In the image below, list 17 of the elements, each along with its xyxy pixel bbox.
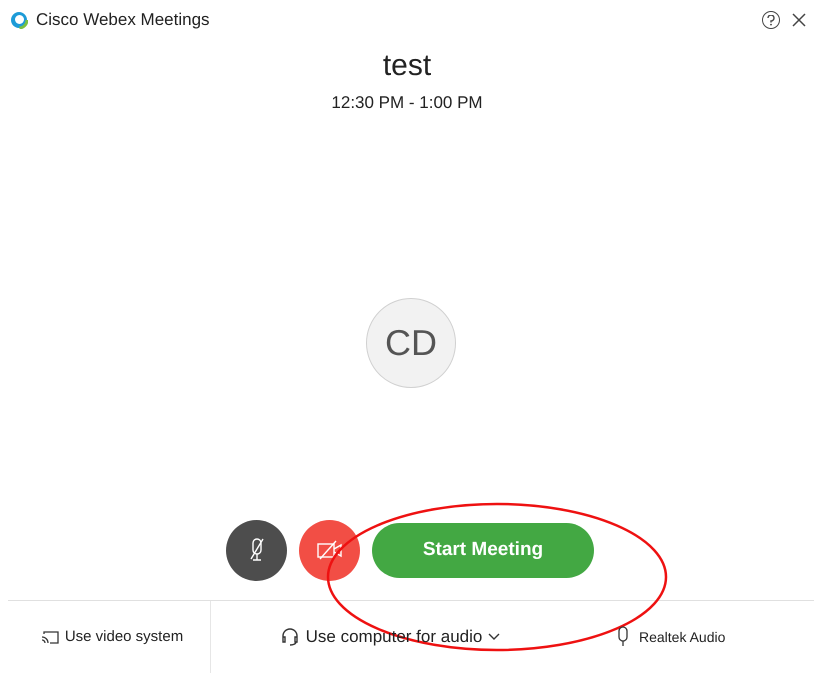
meeting-time: 12:30 PM - 1:00 PM [331, 92, 483, 114]
help-icon[interactable] [762, 11, 780, 29]
microphone-icon [617, 626, 629, 648]
video-system-button[interactable]: Use video system [0, 601, 211, 673]
avatar: CD [366, 298, 456, 388]
meeting-title: test [382, 48, 432, 84]
microphone-muted-icon [248, 537, 266, 563]
app-logo-icon [10, 11, 28, 29]
device-label: Realtek Audio [639, 628, 726, 646]
microphone-device-button[interactable]: Realtek Audio [617, 626, 726, 648]
headset-icon [280, 627, 300, 647]
window-title: Cisco Webex Meetings [36, 9, 210, 32]
video-system-label: Use video system [64, 626, 184, 647]
video-camera-off-icon [316, 540, 342, 560]
close-icon[interactable] [792, 13, 806, 27]
cast-icon [40, 630, 59, 644]
chevron-down-icon [488, 633, 500, 641]
